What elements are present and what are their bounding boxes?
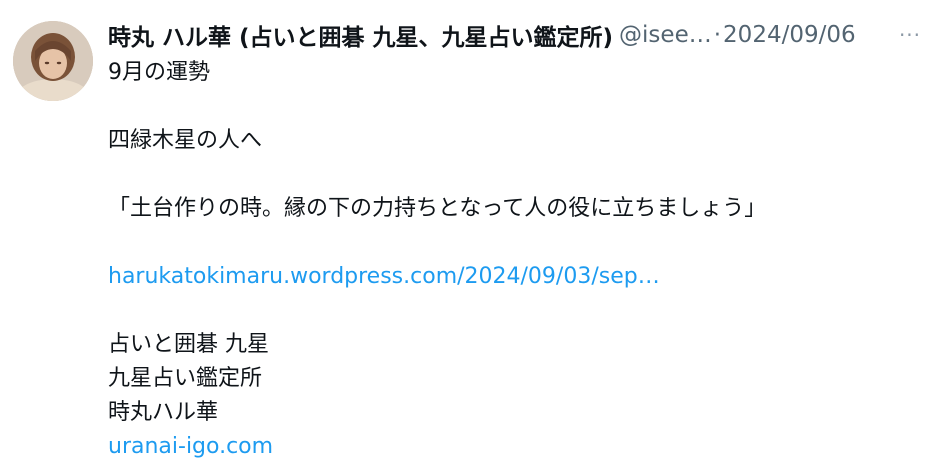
website-link[interactable]: uranai-igo.com bbox=[108, 434, 273, 459]
separator-dot: · bbox=[713, 22, 722, 48]
tweet-text: 9月の運勢 四緑木星の人へ 「土台作りの時。縁の下の力持ちとなって人の役に立ちま… bbox=[108, 56, 918, 464]
user-handle[interactable]: @isee… bbox=[619, 22, 712, 48]
tweet-date[interactable]: 2024/09/06 bbox=[723, 22, 856, 48]
text-line: 9月の運勢 bbox=[108, 60, 210, 85]
text-line: 占いと囲碁 九星 bbox=[108, 332, 269, 357]
more-options-icon[interactable]: ··· bbox=[895, 20, 925, 50]
display-name[interactable]: 時丸 ハル華 (占いと囲碁 九星、九星占い鑑定所) bbox=[108, 18, 613, 52]
tweet-card[interactable]: 時丸 ハル華 (占いと囲碁 九星、九星占い鑑定所) @isee… · 2024/… bbox=[0, 0, 936, 476]
text-line: 時丸ハル華 bbox=[108, 400, 219, 425]
text-line: 九星占い鑑定所 bbox=[108, 366, 263, 391]
text-line: 「土台作りの時。縁の下の力持ちとなって人の役に立ちましょう」 bbox=[108, 196, 767, 221]
avatar-photo bbox=[13, 21, 93, 101]
tweet-header: 時丸 ハル華 (占いと囲碁 九星、九星占い鑑定所) @isee… · 2024/… bbox=[108, 18, 908, 52]
profile-avatar[interactable] bbox=[13, 21, 93, 101]
article-link[interactable]: harukatokimaru.wordpress.com/2024/09/03/… bbox=[108, 264, 660, 289]
text-line: 四緑木星の人へ bbox=[108, 128, 263, 153]
